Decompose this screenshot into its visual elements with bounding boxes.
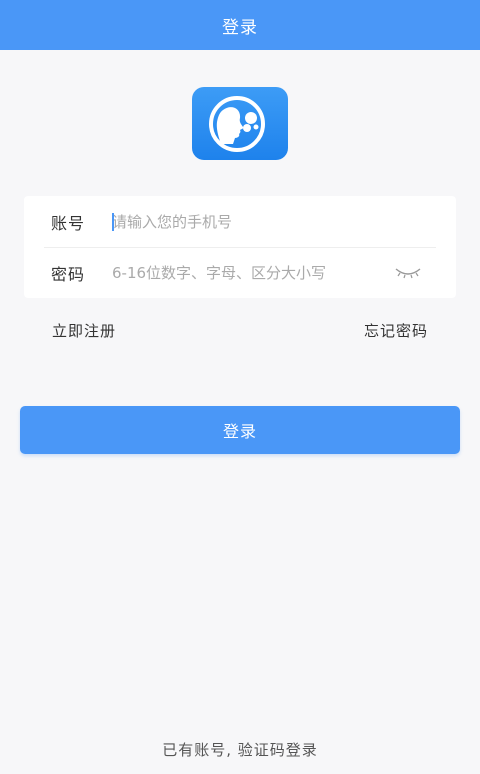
app-logo [192,87,288,160]
login-button[interactable]: 登录 [20,406,460,454]
eye-closed-icon[interactable] [394,265,422,281]
register-link[interactable]: 立即注册 [52,320,116,341]
password-input[interactable] [112,258,402,288]
top-bar: 登录 [0,0,480,50]
password-label: 密码 [51,264,86,284]
chat-head-logo-icon [209,95,265,152]
text-caret [112,213,114,231]
sms-login-link[interactable]: 已有账号, 验证码登录 [0,739,480,760]
login-form: 账号 密码 [24,196,456,298]
page-title: 登录 [222,17,258,38]
password-row: 密码 [24,247,456,298]
forgot-password-link[interactable]: 忘记密码 [364,320,428,341]
account-row: 账号 [24,196,456,247]
phone-input[interactable] [112,207,402,237]
account-label: 账号 [51,213,86,233]
login-screen: 登录 账号 密码 [0,0,480,774]
